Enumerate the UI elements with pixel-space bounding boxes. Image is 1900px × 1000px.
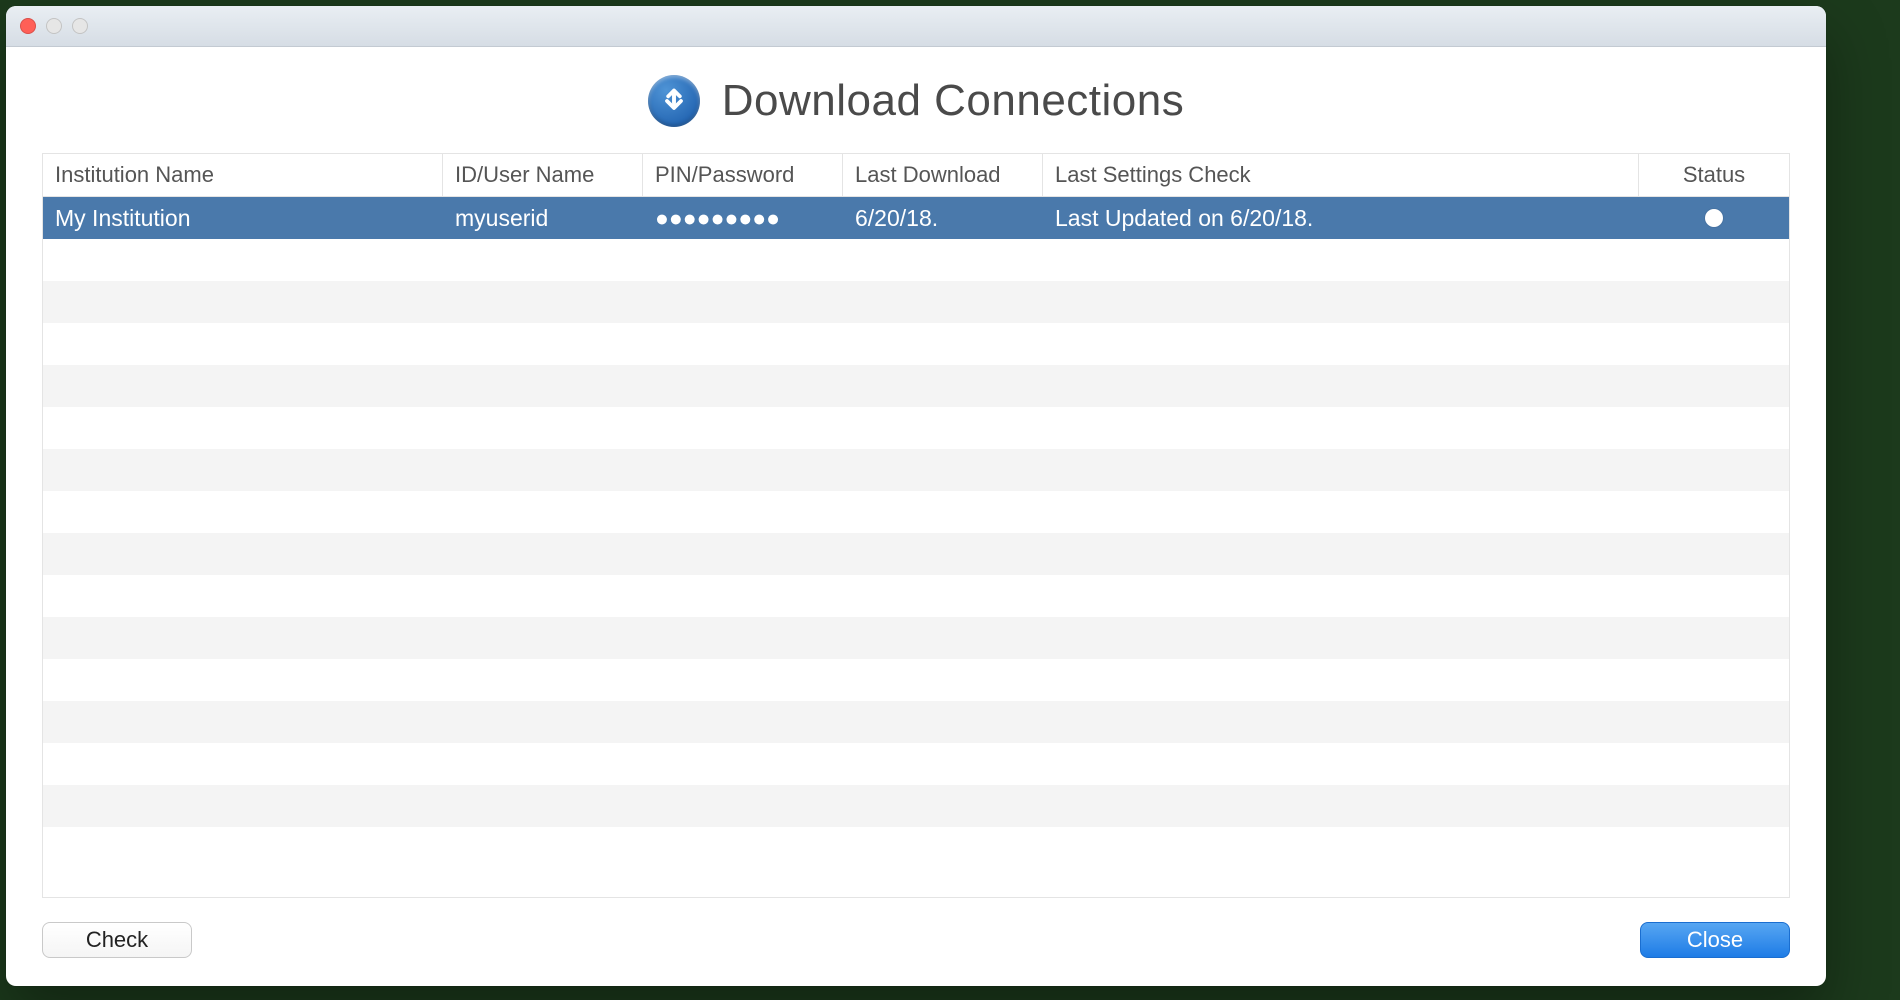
table-row-empty[interactable] [43, 281, 1789, 323]
dialog-footer: Check Close [6, 898, 1826, 986]
table-body: My Institutionmyuserid●●●●●●●●●6/20/18.L… [43, 197, 1789, 897]
cell-status [1639, 197, 1789, 239]
dialog-title: Download Connections [722, 76, 1185, 126]
col-header-user[interactable]: ID/User Name [443, 154, 643, 196]
col-header-password[interactable]: PIN/Password [643, 154, 843, 196]
cell-institution: My Institution [43, 197, 443, 239]
table-row-empty[interactable] [43, 575, 1789, 617]
cell-last-settings: Last Updated on 6/20/18. [1043, 197, 1639, 239]
table-row-empty[interactable] [43, 407, 1789, 449]
col-header-last-download[interactable]: Last Download [843, 154, 1043, 196]
close-window-icon[interactable] [20, 18, 36, 34]
minimize-window-icon[interactable] [46, 18, 62, 34]
table-row-empty[interactable] [43, 743, 1789, 785]
cell-password: ●●●●●●●●● [643, 197, 843, 239]
table-row-empty[interactable] [43, 449, 1789, 491]
col-header-institution[interactable]: Institution Name [43, 154, 443, 196]
download-arrow-icon [648, 75, 700, 127]
table-row-empty[interactable] [43, 617, 1789, 659]
cell-user: myuserid [443, 197, 643, 239]
table-row-empty[interactable] [43, 365, 1789, 407]
titlebar [6, 6, 1826, 47]
cell-last-download: 6/20/18. [843, 197, 1043, 239]
check-button[interactable]: Check [42, 922, 192, 958]
table-row-empty[interactable] [43, 239, 1789, 281]
table-row-empty[interactable] [43, 491, 1789, 533]
window-controls [20, 18, 88, 34]
table-row[interactable]: My Institutionmyuserid●●●●●●●●●6/20/18.L… [43, 197, 1789, 239]
table-header-row: Institution Name ID/User Name PIN/Passwo… [43, 154, 1789, 197]
table-row-empty[interactable] [43, 533, 1789, 575]
status-indicator-icon [1705, 209, 1723, 227]
table-row-empty[interactable] [43, 323, 1789, 365]
dialog-header: Download Connections [6, 47, 1826, 153]
col-header-status[interactable]: Status [1639, 154, 1789, 196]
zoom-window-icon[interactable] [72, 18, 88, 34]
col-header-last-settings[interactable]: Last Settings Check [1043, 154, 1639, 196]
close-button[interactable]: Close [1640, 922, 1790, 958]
download-connections-window: Download Connections Institution Name ID… [6, 6, 1826, 986]
table-row-empty[interactable] [43, 659, 1789, 701]
connections-table: Institution Name ID/User Name PIN/Passwo… [42, 153, 1790, 898]
table-row-empty[interactable] [43, 785, 1789, 827]
table-row-empty[interactable] [43, 701, 1789, 743]
